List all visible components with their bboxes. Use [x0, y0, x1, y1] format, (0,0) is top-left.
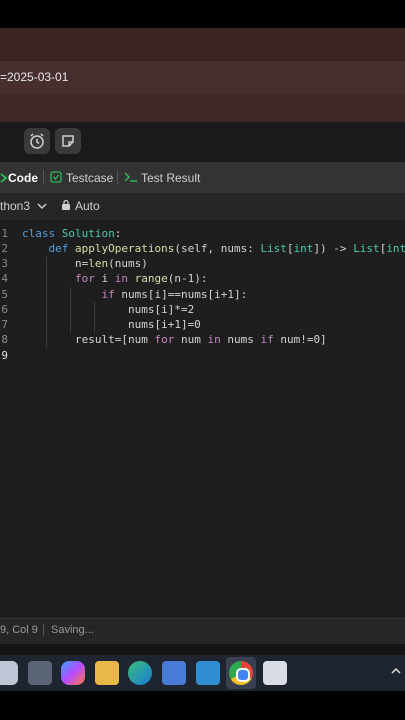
chrome-center-dot: [236, 668, 250, 682]
problem-description-band: [0, 28, 405, 61]
top-black-bar: [0, 0, 405, 28]
code-line-8: result=[num for num in nums if num!=0]: [22, 333, 327, 346]
tab-divider: [117, 170, 118, 184]
task-view-icon[interactable]: [28, 661, 52, 685]
copilot-icon[interactable]: [61, 661, 85, 685]
taskbar-app-icon[interactable]: [0, 661, 18, 685]
terminal-icon: [124, 172, 137, 182]
edge-browser-icon[interactable]: [128, 661, 152, 685]
code-line-6: nums[i]*=2: [22, 303, 195, 316]
line-number: 5: [1, 288, 8, 301]
line-number: 2: [1, 242, 8, 255]
window-bottom-edge: [0, 644, 405, 655]
code-line-2: def applyOperations(self, nums: List[int…: [48, 242, 405, 255]
line-number-current: 9: [1, 349, 8, 362]
mode-label[interactable]: Auto: [75, 199, 100, 213]
description-footer-band: [0, 94, 405, 122]
line-number: 4: [1, 272, 8, 285]
check-box-icon: [50, 171, 62, 183]
line-number: 8: [1, 333, 8, 346]
tab-divider: [43, 170, 44, 184]
status-divider: [43, 624, 44, 636]
tab-testcase[interactable]: Testcase: [66, 171, 113, 185]
mysql-icon[interactable]: [196, 661, 220, 685]
language-select[interactable]: thon3: [0, 199, 30, 213]
store-icon[interactable]: [162, 661, 186, 685]
lock-icon: [62, 199, 70, 210]
file-explorer-icon[interactable]: [95, 661, 119, 685]
alarm-icon: [30, 133, 44, 149]
timer-button[interactable]: [24, 128, 50, 154]
note-icon: [62, 135, 74, 147]
cursor-position: 9, Col 9: [0, 624, 38, 636]
code-line-1: class Solution:: [22, 227, 122, 240]
snipping-tool-icon[interactable]: [263, 661, 287, 685]
notes-button[interactable]: [55, 128, 81, 154]
line-number: 6: [1, 303, 8, 316]
code-icon: [0, 173, 8, 183]
tab-test-result[interactable]: Test Result: [141, 171, 200, 185]
chevron-down-icon[interactable]: [37, 202, 47, 210]
line-number: 3: [1, 257, 8, 270]
line-number: 7: [1, 318, 8, 331]
date-text: =2025-03-01: [0, 70, 69, 84]
tab-code[interactable]: Code: [8, 171, 38, 185]
code-line-4: for i in range(n-1):: [74, 272, 208, 285]
code-line-7: nums[i+1]=0: [22, 318, 201, 331]
save-status: Saving...: [51, 624, 94, 636]
line-number: 1: [1, 227, 8, 240]
chevron-up-icon[interactable]: [391, 667, 401, 675]
code-line-3: n=len(nums): [22, 257, 148, 270]
bottom-black-bar: [0, 691, 405, 720]
code-line-5: if nums[i]==nums[i+1]:: [101, 288, 248, 301]
